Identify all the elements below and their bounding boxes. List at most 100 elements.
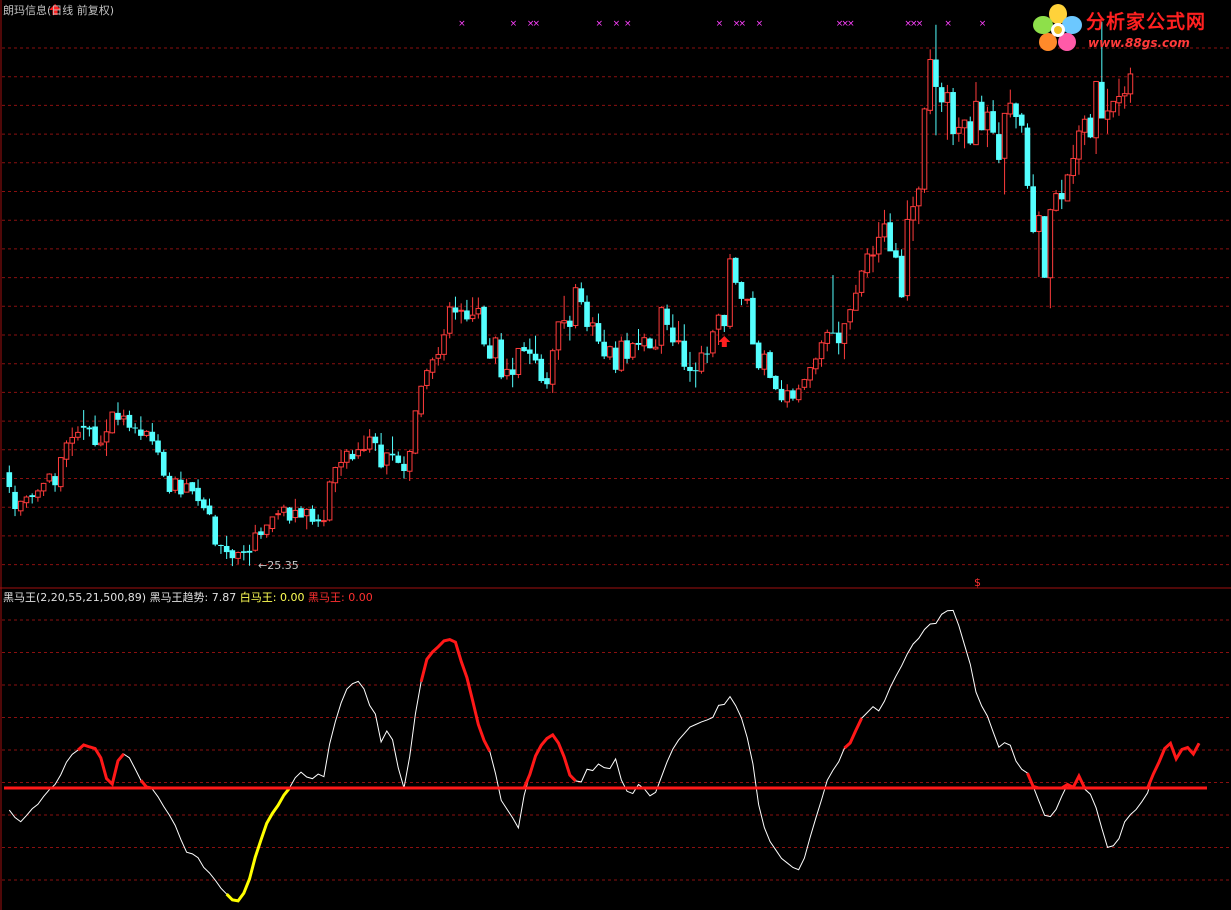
candle-body-up: [275, 513, 281, 516]
candle-body-up: [446, 306, 453, 334]
cross-marker: ×: [510, 19, 518, 29]
candle-body-down: [486, 345, 493, 359]
candle-body-down: [1087, 117, 1094, 138]
candle-body-up: [727, 258, 733, 327]
candle-body-down: [750, 297, 756, 345]
signal-arrows: [49, 4, 731, 348]
candle-body-up: [824, 331, 831, 344]
candle-body-down: [1024, 127, 1031, 186]
candle-body-down: [887, 222, 893, 252]
candle-body-down: [29, 495, 35, 498]
candle-body-up: [858, 270, 865, 293]
candle-body-up: [652, 346, 659, 350]
cross-marker: ×: [847, 19, 855, 29]
candle-body-up: [172, 478, 178, 491]
candle-body-down: [395, 455, 402, 463]
candle-body-down: [990, 111, 996, 133]
candle-body-down: [527, 349, 533, 354]
candle-body-down: [115, 412, 121, 420]
black-horse-value: 0.00: [348, 591, 373, 604]
candle-body-up: [589, 322, 596, 327]
candle-body-up: [269, 516, 276, 530]
indicator-params: (2,20,55,21,500,89): [36, 591, 147, 604]
indicator-grid: [2, 619, 1231, 881]
candle-body-up: [492, 337, 499, 359]
candle-body-down: [498, 339, 505, 378]
candle-body-up: [956, 126, 962, 134]
candle-body-down: [246, 550, 253, 553]
candle-body-down: [967, 121, 974, 144]
cross-marker: ×: [613, 19, 621, 29]
candle-body-up: [984, 111, 991, 131]
candle-body-up: [710, 331, 716, 354]
candle-body-up: [1053, 193, 1059, 211]
candle-body-up: [881, 223, 888, 238]
cross-marker: ×: [916, 19, 924, 29]
candle-body-down: [933, 59, 939, 87]
candle-body-down: [624, 340, 630, 359]
candle-body-down: [721, 314, 728, 327]
candle-body-down: [1013, 103, 1019, 118]
candle-body-down: [670, 327, 676, 343]
candle-body-up: [910, 206, 916, 221]
candle-body-up: [418, 385, 424, 415]
candle-body-down: [378, 444, 384, 468]
candle-body-down: [521, 347, 527, 352]
candle-body-up: [1081, 118, 1088, 133]
candle-body-down: [950, 92, 956, 135]
cross-marker: ×: [756, 19, 764, 29]
candle-body-down: [687, 366, 693, 372]
candle-body-down: [790, 390, 796, 399]
candle-body-down: [6, 472, 13, 488]
candle-body-up: [1001, 112, 1008, 159]
signal-dollar-marker: $: [974, 576, 981, 589]
candle-body-up: [475, 307, 482, 315]
candle-body-up: [469, 314, 476, 320]
white-horse-value: 0.00: [280, 591, 305, 604]
candle-body-down: [138, 429, 144, 436]
candle-body-up: [424, 370, 430, 386]
candle-body-down: [978, 101, 985, 131]
candle-body-down: [481, 306, 487, 345]
candle-body-down: [767, 352, 773, 378]
candle-body-up: [75, 431, 81, 438]
candle-body-down: [755, 342, 762, 369]
candle-body-up: [406, 450, 413, 472]
candle-body-down: [681, 340, 688, 367]
candle-body-up: [744, 298, 750, 301]
candle-body-up: [40, 482, 47, 492]
candle-body-down: [223, 545, 230, 553]
black-horse-line: [1026, 772, 1102, 790]
signal-cross-markers: × × ×× × × × × ×× × ××× ××× × ×: [458, 19, 986, 29]
candle-body-up: [1093, 80, 1099, 139]
candle-body-down: [52, 476, 58, 486]
candle-body-up: [143, 430, 150, 436]
candle-body-down: [189, 482, 196, 492]
candle-body-up: [847, 309, 853, 323]
candle-body-up: [973, 100, 979, 146]
up-arrow-icon: [718, 336, 731, 348]
low-price-annotation: ←25.35: [258, 559, 299, 572]
candle-body-down: [229, 550, 236, 559]
flower-logo-icon: [1033, 4, 1082, 51]
stock-chart-canvas[interactable]: × × ×× × × × × ×× × ××× ××× × × ←25.35 $: [0, 0, 1231, 910]
trend-line: [8, 609, 1200, 902]
candle-body-up: [57, 457, 64, 488]
candle-body-down: [830, 332, 836, 334]
watermark-logo: 分析家公式网 www.88gs.com: [1030, 3, 1228, 55]
candle-body-down: [1041, 216, 1048, 278]
candle-body-down: [996, 134, 1002, 160]
candle-body-down: [938, 87, 945, 103]
candle-body-up: [915, 188, 922, 207]
candle-body-down: [635, 342, 642, 345]
candle-body-down: [612, 347, 619, 370]
candle-body-up: [355, 449, 362, 457]
candle-body-up: [801, 379, 808, 388]
candle-body-up: [944, 92, 951, 103]
candle-body-down: [372, 436, 379, 444]
candle-body-down: [538, 358, 545, 381]
candle-body-up: [429, 359, 436, 373]
candle-body-down: [149, 431, 156, 442]
black-horse-line: [76, 743, 125, 788]
candle-body-up: [841, 323, 848, 344]
